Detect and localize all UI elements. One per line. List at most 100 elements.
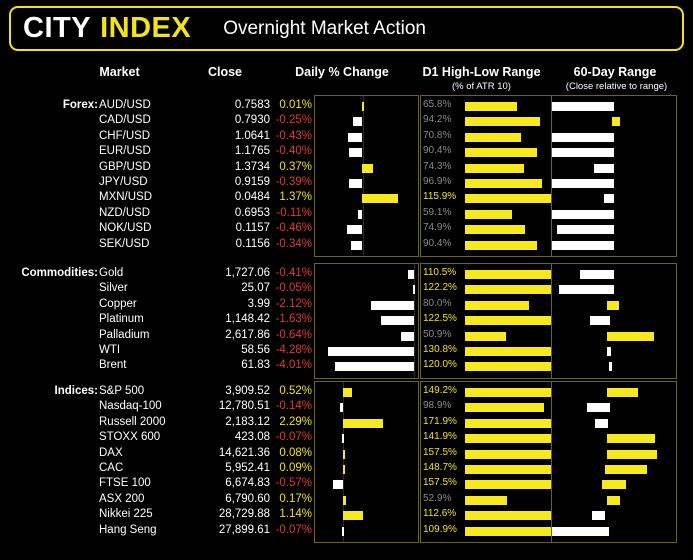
table-row[interactable]: Commodities: Gold 1,727.06 -0.41% 110.5%: [0, 267, 693, 282]
table-row[interactable]: CAD/USD 0.7930 -0.25% 94.2%: [0, 114, 693, 129]
atr-percent-label: 122.5%: [423, 313, 457, 325]
table-row[interactable]: Palladium 2,617.86 -0.64% 50.9%: [0, 329, 693, 344]
atr-percent-label: 110.5%: [423, 267, 457, 278]
table-row[interactable]: Nikkei 225 28,729.88 1.14% 112.6%: [0, 508, 693, 523]
close-price: 0.9159: [234, 176, 270, 188]
atr-percent-label: 98.9%: [423, 400, 452, 412]
table-row[interactable]: ASX 200 6,790.60 0.17% 52.9%: [0, 493, 693, 508]
daily-percent-change: -0.57%: [275, 477, 312, 490]
close-price: 58.56: [241, 344, 270, 356]
close-price: 14,621.36: [218, 446, 270, 459]
table-row[interactable]: Russell 2000 2,183.12 2.29% 171.9%: [0, 416, 693, 431]
atr-percent-label: 122.2%: [423, 282, 457, 294]
atr-percent-label: 141.9%: [423, 431, 457, 443]
group-label-forex: Forex:: [62, 99, 98, 111]
close-price: 5,952.41: [225, 462, 270, 474]
close-price: 3.99: [247, 297, 270, 310]
daily-percent-change: -2.12%: [275, 297, 312, 310]
table-row[interactable]: Brent 61.83 -4.01% 120.0%: [0, 359, 693, 374]
close-price: 2,183.12: [225, 415, 270, 428]
table-row[interactable]: CAC 5,952.41 0.09% 148.7%: [0, 462, 693, 477]
table-row[interactable]: Nasdaq-100 12,780.51 -0.14% 98.9%: [0, 400, 693, 415]
close-price: 2,617.86: [225, 328, 270, 341]
daily-percent-change: -0.07%: [275, 523, 312, 536]
table-row[interactable]: Forex: AUD/USD 0.7583 0.01% 65.8%: [0, 99, 693, 114]
atr-percent-label: 59.1%: [423, 206, 452, 218]
atr-percent-label: 90.4%: [423, 237, 452, 249]
close-price: 1,727.06: [225, 267, 270, 279]
close-price: 0.7930: [234, 114, 270, 127]
atr-percent-label: 157.5%: [423, 446, 457, 458]
table-row[interactable]: Copper 3.99 -2.12% 80.0%: [0, 298, 693, 313]
table-row[interactable]: Hang Seng 27,899.61 -0.07% 109.9%: [0, 524, 693, 539]
table-row[interactable]: NZD/USD 0.6953 -0.11% 59.1%: [0, 207, 693, 222]
close-price: 3,909.52: [225, 385, 270, 397]
close-price: 6,790.60: [225, 492, 270, 505]
daily-percent-change: -0.64%: [275, 328, 312, 341]
atr-percent-label: 74.9%: [423, 222, 452, 234]
close-price: 27,899.61: [218, 523, 270, 536]
table-row[interactable]: NOK/USD 0.1157 -0.46% 74.9%: [0, 222, 693, 237]
close-price: 0.1156: [235, 237, 270, 250]
daily-percent-change: 0.17%: [279, 492, 312, 505]
daily-percent-change: -0.43%: [275, 129, 312, 142]
daily-percent-change: 1.37%: [279, 191, 312, 204]
atr-percent-label: 148.7%: [423, 462, 457, 473]
close-price: 28,729.88: [218, 508, 270, 521]
table-row[interactable]: Silver 25.07 -0.05% 122.2%: [0, 282, 693, 297]
table-row[interactable]: EUR/USD 1.1765 -0.40% 90.4%: [0, 145, 693, 160]
table-row[interactable]: Platinum 1,148.42 -1.63% 122.5%: [0, 313, 693, 328]
table-row[interactable]: CHF/USD 1.0641 -0.43% 70.8%: [0, 130, 693, 145]
daily-percent-change: -0.34%: [275, 237, 312, 250]
table-row[interactable]: GBP/USD 1.3734 0.37% 74.3%: [0, 161, 693, 176]
dashboard-root: CITY INDEX Overnight Market Action Market…: [0, 0, 693, 560]
table-row[interactable]: FTSE 100 6,674.83 -0.57% 157.5%: [0, 477, 693, 492]
daily-percent-change: 0.37%: [279, 160, 312, 173]
close-price: 0.0484: [234, 191, 270, 204]
daily-percent-change: -0.41%: [275, 267, 312, 279]
atr-percent-label: 115.9%: [423, 191, 457, 203]
group-label-indices: Indices:: [54, 385, 98, 397]
close-price: 0.6953: [234, 206, 270, 219]
table-row[interactable]: WTI 58.56 -4.28% 130.8%: [0, 344, 693, 359]
table-row[interactable]: JPY/USD 0.9159 -0.39% 96.9%: [0, 176, 693, 191]
table-row[interactable]: Indices: S&P 500 3,909.52 0.52% 149.2%: [0, 385, 693, 400]
daily-percent-change: -0.07%: [275, 431, 312, 444]
daily-percent-change: -4.28%: [275, 344, 312, 356]
atr-percent-label: 157.5%: [423, 477, 457, 489]
daily-percent-change: 0.52%: [279, 385, 312, 397]
daily-percent-change: 0.01%: [279, 99, 312, 111]
atr-percent-label: 65.8%: [423, 99, 452, 110]
daily-percent-change: 2.29%: [279, 415, 312, 428]
daily-percent-change: -0.40%: [275, 145, 312, 158]
close-price: 0.1157: [235, 222, 270, 235]
daily-percent-change: -0.05%: [275, 282, 312, 295]
close-price: 1,148.42: [225, 313, 270, 326]
daily-percent-change: -1.63%: [275, 313, 312, 326]
close-price: 423.08: [234, 431, 270, 444]
atr-percent-label: 96.9%: [423, 176, 452, 187]
close-price: 1.1765: [234, 145, 270, 158]
atr-percent-label: 80.0%: [423, 297, 452, 309]
atr-percent-label: 50.9%: [423, 328, 452, 340]
close-price: 61.83: [241, 359, 270, 372]
table-row[interactable]: DAX 14,621.36 0.08% 157.5%: [0, 447, 693, 462]
daily-percent-change: -0.46%: [275, 222, 312, 235]
daily-percent-change: -4.01%: [275, 359, 312, 372]
close-price: 25.07: [241, 282, 270, 295]
table-row[interactable]: STOXX 600 423.08 -0.07% 141.9%: [0, 431, 693, 446]
atr-percent-label: 130.8%: [423, 344, 457, 355]
close-price: 1.3734: [234, 160, 270, 173]
table-row[interactable]: MXN/USD 0.0484 1.37% 115.9%: [0, 191, 693, 206]
atr-percent-label: 52.9%: [423, 492, 452, 504]
daily-percent-change: -0.14%: [275, 400, 312, 413]
atr-percent-label: 120.0%: [423, 359, 457, 371]
close-price: 12,780.51: [218, 400, 270, 413]
daily-percent-change: 0.08%: [279, 446, 312, 459]
atr-percent-label: 149.2%: [423, 385, 457, 396]
atr-percent-label: 109.9%: [423, 523, 457, 535]
atr-percent-label: 171.9%: [423, 415, 457, 427]
atr-percent-label: 70.8%: [423, 129, 452, 141]
daily-percent-change: 1.14%: [279, 508, 312, 521]
table-row[interactable]: SEK/USD 0.1156 -0.34% 90.4%: [0, 238, 693, 253]
